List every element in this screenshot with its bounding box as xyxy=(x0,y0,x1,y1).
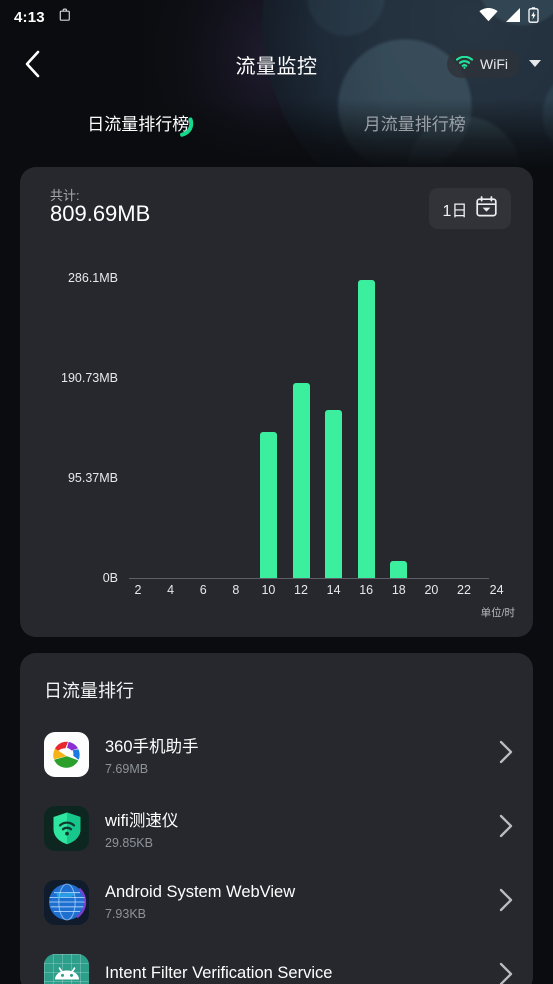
y-tick-label: 286.1MB xyxy=(67,271,118,285)
x-tick-label: 20 xyxy=(424,583,439,597)
list-item-size: 29.85KB xyxy=(105,835,153,850)
bar-chart-plot: 286.1MB 190.73MB 95.37MB 0B 2 4 6 8 10 12 14 16… xyxy=(20,167,533,637)
app-bar: 流量监控 WiFi xyxy=(0,40,553,90)
bar-hour-12[interactable] xyxy=(292,382,310,578)
list-item-name: Android System WebView xyxy=(105,883,296,901)
x-tick-label: 18 xyxy=(391,583,406,597)
x-tick-label: 12 xyxy=(294,583,308,597)
list-item-name: Intent Filter Verification Service xyxy=(105,964,333,982)
app-icon-webview xyxy=(44,879,89,925)
x-axis-line xyxy=(129,578,489,579)
active-tab-swoosh-icon xyxy=(178,116,194,143)
list-item-name: 360手机助手 xyxy=(105,737,199,756)
y-tick-label: 95.37MB xyxy=(67,471,118,485)
tab-daily-ranking[interactable]: 日流量排行榜 xyxy=(0,110,277,154)
list-item-text: Android System WebView 7.93KB xyxy=(105,883,499,921)
app-icon-android xyxy=(44,953,89,984)
chevron-right-icon[interactable] xyxy=(499,740,513,769)
y-tick-label: 0B xyxy=(102,571,118,585)
caret-down-icon[interactable] xyxy=(529,60,541,67)
x-tick-label: 2 xyxy=(134,583,142,597)
chevron-right-icon[interactable] xyxy=(499,888,513,917)
app-icon-360 xyxy=(44,731,89,777)
app-icon-wifi-speedtest xyxy=(44,805,89,851)
chevron-right-icon[interactable] xyxy=(499,814,513,843)
bar-hour-14[interactable] xyxy=(325,410,343,578)
y-tick-label: 190.73MB xyxy=(61,371,118,385)
status-bar-clock: 4:13 xyxy=(14,8,45,26)
clipboard-icon xyxy=(58,7,73,28)
list-item[interactable]: wifi测速仪 29.85KB xyxy=(20,791,533,865)
bar-hour-16[interactable] xyxy=(357,279,375,578)
wifi-icon xyxy=(455,55,474,72)
network-type-label: WiFi xyxy=(480,56,508,72)
x-tick-label: 10 xyxy=(261,583,276,597)
chevron-right-icon[interactable] xyxy=(499,962,513,984)
list-item-text: Intent Filter Verification Service xyxy=(105,964,499,984)
x-axis-unit-label: 单位/时 xyxy=(480,607,515,619)
x-tick-label: 14 xyxy=(326,583,341,597)
x-tick-label: 22 xyxy=(457,583,471,597)
battery-charging-icon xyxy=(528,6,539,28)
tab-monthly-ranking-label: 月流量排行榜 xyxy=(363,115,466,134)
tab-daily-ranking-label: 日流量排行榜 xyxy=(87,115,190,134)
bar-hour-10[interactable] xyxy=(259,432,277,578)
wifi-icon xyxy=(479,7,498,27)
list-item[interactable]: Android System WebView 7.93KB xyxy=(20,865,533,939)
list-item-size: 7.69MB xyxy=(105,761,149,776)
list-item-name: wifi测速仪 xyxy=(105,811,179,830)
ranking-title: 日流量排行 xyxy=(44,681,134,701)
list-item-text: 360手机助手 7.69MB xyxy=(105,733,499,776)
list-item[interactable]: 360手机助手 7.69MB xyxy=(20,717,533,791)
list-item[interactable]: Intent Filter Verification Service xyxy=(20,939,533,984)
tab-bar: 日流量排行榜 月流量排行榜 xyxy=(0,110,553,154)
ranking-card: 日流量排行 360手机助手 7.69MB wifi测速仪 29.85KB And… xyxy=(20,653,533,984)
bar-hour-18[interactable] xyxy=(390,560,408,578)
status-bar-icons xyxy=(479,6,539,28)
x-tick-label: 6 xyxy=(199,583,207,597)
list-item-text: wifi测速仪 29.85KB xyxy=(105,807,499,850)
screen-root: 4:13 流量监控 WiFi 日流量排行榜 月流量排行榜 共计: 809.69M… xyxy=(0,0,553,984)
traffic-chart-card: 共计: 809.69MB 1日 286.1MB 190.73MB 95.37MB… xyxy=(20,167,533,637)
x-tick-label: 8 xyxy=(232,583,240,597)
x-tick-label: 16 xyxy=(359,583,374,597)
x-tick-label: 4 xyxy=(167,583,175,597)
network-type-chip[interactable]: WiFi xyxy=(447,50,519,78)
cellular-signal-icon xyxy=(505,7,521,27)
list-item-size: 7.93KB xyxy=(105,907,147,921)
status-bar: 4:13 xyxy=(0,0,553,34)
tab-monthly-ranking[interactable]: 月流量排行榜 xyxy=(277,110,553,154)
x-tick-label: 24 xyxy=(489,583,504,597)
